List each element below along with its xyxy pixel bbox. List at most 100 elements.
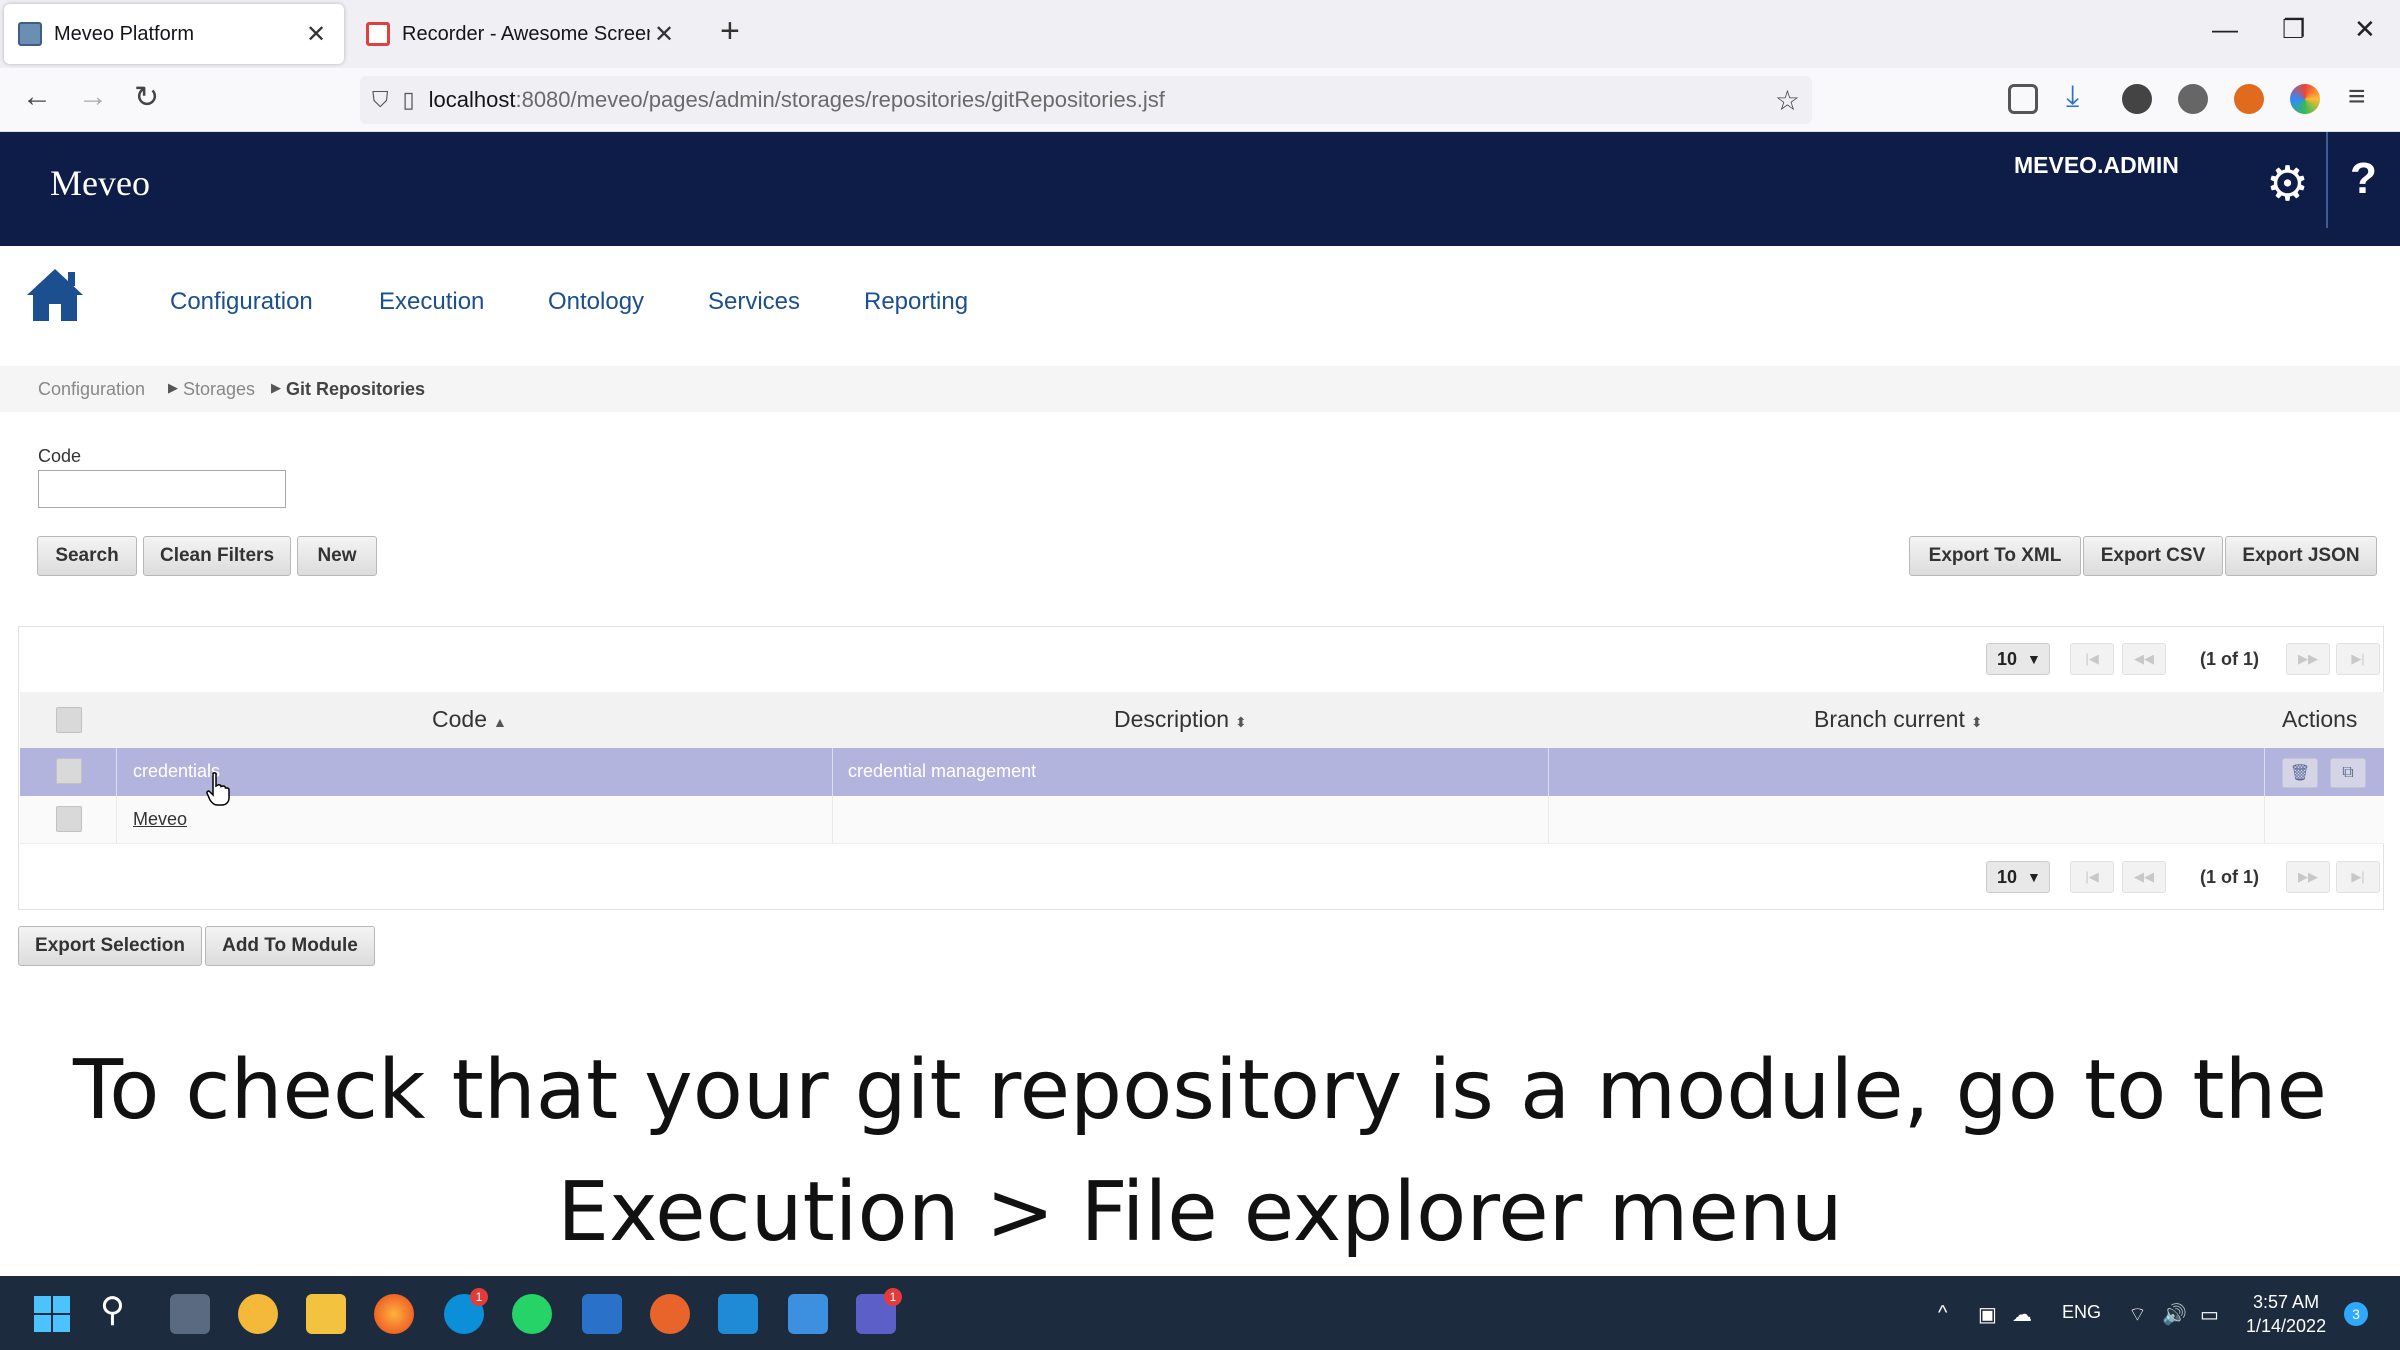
export-selection-button[interactable]: Export Selection xyxy=(18,926,202,966)
next-page-icon[interactable]: ▶▶ xyxy=(2286,861,2330,893)
help-icon[interactable]: ? xyxy=(2350,154,2377,204)
table-row[interactable]: credentials credential management 🗑 ⧉ xyxy=(20,748,2384,796)
search-button[interactable]: Search xyxy=(37,536,137,576)
first-page-icon[interactable]: |◀ xyxy=(2070,861,2114,893)
code-input[interactable] xyxy=(38,470,286,508)
menu-services[interactable]: Services xyxy=(708,288,800,316)
close-tab-icon[interactable]: ✕ xyxy=(302,20,330,49)
table-row[interactable]: Meveo xyxy=(20,796,2384,844)
delete-trash-icon[interactable]: 🗑 xyxy=(2282,758,2318,788)
vscode-icon[interactable] xyxy=(718,1294,758,1334)
hamburger-menu-icon[interactable]: ≡ xyxy=(2348,80,2366,114)
tray-app-icon[interactable]: ▣ xyxy=(1978,1302,1997,1327)
language-indicator[interactable]: ENG xyxy=(2062,1302,2101,1323)
cell-divider xyxy=(116,748,117,796)
tab-meveo-platform[interactable]: Meveo Platform ✕ xyxy=(4,4,344,64)
menu-execution[interactable]: Execution xyxy=(379,288,484,316)
app-header: Meveo MEVEO.ADMIN ⚙ ? xyxy=(0,132,2400,246)
paginator-top: 10 ▼ |◀ ◀◀ (1 of 1) ▶▶ ▶| xyxy=(1986,643,2380,675)
column-header-description[interactable]: Description ⬍ xyxy=(1114,706,1247,733)
duplicate-icon[interactable]: ⧉ xyxy=(2330,758,2366,788)
row-checkbox[interactable] xyxy=(56,806,82,832)
header-divider xyxy=(2326,132,2328,228)
system-clock[interactable]: 3:57 AM 1/14/2022 xyxy=(2246,1290,2326,1338)
last-page-icon[interactable]: ▶| xyxy=(2336,861,2380,893)
row-checkbox[interactable] xyxy=(56,758,82,784)
previous-page-icon[interactable]: ◀◀ xyxy=(2122,643,2166,675)
outlook-icon[interactable] xyxy=(582,1294,622,1334)
extension-s-icon[interactable] xyxy=(2122,84,2152,114)
menu-reporting[interactable]: Reporting xyxy=(864,288,968,316)
row-code-link[interactable]: Meveo xyxy=(133,809,187,829)
tray-overflow-chevron-icon[interactable]: ^ xyxy=(1938,1302,1947,1325)
home-icon[interactable] xyxy=(24,266,86,324)
pocket-icon[interactable] xyxy=(2008,84,2038,114)
sort-icon: ⬍ xyxy=(1235,714,1247,730)
ubuntu-icon[interactable] xyxy=(650,1294,690,1334)
skype-badge: 1 xyxy=(470,1288,488,1306)
first-page-icon[interactable]: |◀ xyxy=(2070,643,2114,675)
app-brand[interactable]: Meveo xyxy=(50,162,150,204)
cell-divider xyxy=(2264,796,2265,844)
windows-start-icon[interactable] xyxy=(32,1294,72,1334)
forward-arrow-icon[interactable]: → xyxy=(78,80,108,114)
chevron-down-icon: ▼ xyxy=(2027,651,2041,667)
file-explorer-icon[interactable] xyxy=(306,1294,346,1334)
close-tab-icon[interactable]: ✕ xyxy=(650,20,678,49)
task-view-icon[interactable] xyxy=(170,1294,210,1334)
column-header-branch-current[interactable]: Branch current ⬍ xyxy=(1814,706,1983,733)
url-host: localhost xyxy=(428,87,516,112)
bookmark-star-icon[interactable]: ☆ xyxy=(1775,84,1800,117)
reload-icon[interactable]: ↻ xyxy=(134,80,159,115)
column-header-code-label: Code xyxy=(432,706,487,732)
onedrive-cloud-icon[interactable]: ☁ xyxy=(2012,1302,2032,1327)
minimize-window-icon[interactable]: — xyxy=(2212,14,2238,45)
back-arrow-icon[interactable]: ← xyxy=(22,80,52,114)
address-bar[interactable]: ⛉ ▯ localhost:8080/meveo/pages/admin/sto… xyxy=(360,76,1812,124)
whatsapp-icon[interactable] xyxy=(512,1294,552,1334)
gear-icon[interactable]: ⚙ xyxy=(2266,156,2309,212)
select-all-checkbox[interactable] xyxy=(56,707,82,733)
extension-fox-icon[interactable] xyxy=(2234,84,2264,114)
wifi-icon[interactable]: ⌔ xyxy=(2128,1302,2147,1327)
last-page-icon[interactable]: ▶| xyxy=(2336,643,2380,675)
recorder-favicon-icon xyxy=(366,22,390,46)
sort-ascending-icon: ▲ xyxy=(492,714,507,730)
add-to-module-button[interactable]: Add To Module xyxy=(205,926,375,966)
breadcrumb-storages[interactable]: Storages xyxy=(183,379,255,400)
chevron-down-icon: ▼ xyxy=(2027,869,2041,885)
close-window-icon[interactable]: ✕ xyxy=(2354,14,2376,45)
restore-window-icon[interactable]: ❐ xyxy=(2282,14,2305,45)
widgets-weather-icon[interactable] xyxy=(238,1294,278,1334)
next-page-icon[interactable]: ▶▶ xyxy=(2286,643,2330,675)
export-xml-button[interactable]: Export To XML xyxy=(1909,536,2081,576)
row-description: credential management xyxy=(848,761,1037,781)
rows-per-page-select[interactable]: 10 ▼ xyxy=(1986,643,2050,675)
breadcrumb-configuration[interactable]: Configuration xyxy=(38,379,145,400)
column-header-code[interactable]: Code ▲ xyxy=(432,706,507,733)
new-tab-icon[interactable]: + xyxy=(720,12,740,51)
tab-recorder[interactable]: Recorder - Awesome Screenshc ✕ xyxy=(352,4,692,64)
sort-icon: ⬍ xyxy=(1970,714,1983,730)
export-json-button[interactable]: Export JSON xyxy=(2225,536,2377,576)
previous-page-icon[interactable]: ◀◀ xyxy=(2122,861,2166,893)
table-header: Code ▲ Description ⬍ Branch current ⬍ Actio… xyxy=(20,692,2384,748)
volume-icon[interactable]: 🔊 xyxy=(2162,1302,2187,1327)
search-icon[interactable]: ⚲ xyxy=(100,1290,140,1330)
export-csv-button[interactable]: Export CSV xyxy=(2083,536,2223,576)
clean-filters-button[interactable]: Clean Filters xyxy=(143,536,291,576)
rows-per-page-select[interactable]: 10 ▼ xyxy=(1986,861,2050,893)
firefox-icon[interactable] xyxy=(374,1294,414,1334)
notepad-icon[interactable] xyxy=(788,1294,828,1334)
download-icon[interactable]: ⤓ xyxy=(2066,80,2079,114)
new-button[interactable]: New xyxy=(297,536,377,576)
menu-configuration[interactable]: Configuration xyxy=(170,288,313,316)
notification-count-badge[interactable]: 3 xyxy=(2344,1302,2368,1326)
shield-icon[interactable]: ⛉ xyxy=(372,87,389,113)
extension-puzzle-icon[interactable] xyxy=(2178,84,2208,114)
user-name[interactable]: MEVEO.ADMIN xyxy=(2014,152,2179,179)
row-code-cell: Meveo xyxy=(133,809,187,830)
menu-ontology[interactable]: Ontology xyxy=(548,288,644,316)
extension-color-icon[interactable] xyxy=(2290,84,2320,114)
battery-icon[interactable]: ▭ xyxy=(2200,1302,2219,1327)
